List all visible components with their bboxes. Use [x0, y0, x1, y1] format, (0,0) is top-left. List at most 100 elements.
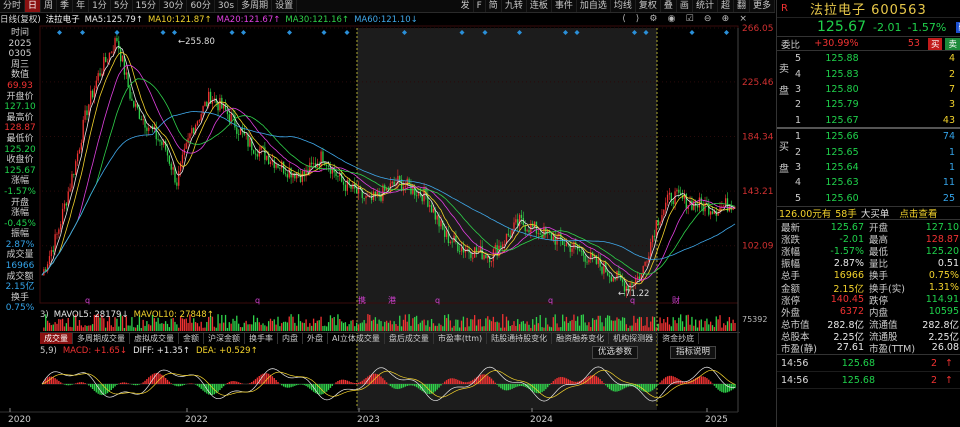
volume-bar [545, 317, 547, 331]
volume-bar [391, 324, 393, 331]
volume-bar [91, 324, 94, 331]
volume-bar [80, 325, 82, 331]
sell-button[interactable]: 卖 [945, 37, 960, 50]
indicator-tab-10[interactable]: 市盈率(ttm) [434, 333, 488, 344]
candle-body [112, 51, 114, 53]
indicator-tab-7[interactable]: 外盘 [303, 333, 328, 344]
candle-body [320, 151, 322, 167]
tick-row: 14:56 125.68 2 ↑ [777, 372, 960, 390]
candle-body [148, 127, 150, 131]
volume-bar [661, 323, 663, 331]
volume-bar [163, 323, 165, 331]
stat-value: 16966 [833, 269, 864, 281]
volume-bar [556, 323, 558, 331]
volume-bar [651, 316, 654, 331]
volume-bar [614, 320, 616, 331]
candle-body [245, 133, 247, 135]
candle-body [198, 120, 200, 122]
event-marker: q [255, 296, 260, 305]
event-diamond [229, 30, 235, 35]
indicator-tab-6[interactable]: 内盘 [278, 333, 303, 344]
volume-bar [678, 317, 680, 331]
volume-bar [142, 319, 144, 331]
volume-bar [140, 327, 142, 331]
indicator-tab-9[interactable]: 盘后成交量 [385, 333, 434, 344]
optimal-params-button[interactable]: 优选参数 [592, 346, 639, 359]
candle-body [76, 153, 79, 162]
candle-body [515, 219, 517, 223]
candle-body [352, 183, 354, 189]
indicator-tab-3[interactable]: 金额 [179, 333, 204, 344]
volume-bar [721, 327, 723, 331]
indicator-tab-14[interactable]: 资金抄底 [658, 333, 700, 344]
volume-bar [88, 325, 90, 331]
volume-bar [550, 327, 553, 331]
candle-body [663, 209, 665, 216]
candle-body [616, 270, 618, 280]
indicator-tab-5[interactable]: 换手率 [245, 333, 278, 344]
candle-body [580, 250, 583, 252]
candle-body [603, 262, 605, 274]
candle-body [191, 128, 193, 134]
candle-body [288, 168, 290, 178]
indicator-tab-0[interactable]: 成交量 [40, 333, 73, 344]
volume-bar [584, 322, 586, 331]
ask-volume: 3 [948, 99, 955, 111]
quote-stats: 最新 125.67 开盘 127.10 涨跌 -2.01 最高 128.87 涨幅 -1.57% 最… [777, 220, 960, 356]
indicator-tab-12[interactable]: 融资融券变化 [552, 333, 610, 344]
volume-bar [357, 324, 360, 331]
ask-price: 125.67 [825, 114, 859, 126]
big-order-link[interactable]: 点击查看 [899, 206, 937, 220]
volume-bar [711, 325, 714, 331]
candle-body [528, 230, 530, 233]
indicator-tab-8[interactable]: AI立体成交量 [328, 333, 385, 344]
buy-button[interactable]: 买 [927, 37, 943, 50]
indicator-tab-2[interactable]: 虚拟成交量 [130, 333, 179, 344]
candle-body [294, 173, 296, 179]
volume-bar [344, 322, 347, 331]
volume-bar [123, 327, 126, 331]
volume-bar [460, 320, 463, 331]
volume-bar [251, 324, 253, 331]
candle-body [301, 170, 303, 182]
stat-value: 26.08 [931, 342, 959, 354]
candle-body [402, 186, 405, 192]
volume-bar [348, 324, 350, 331]
volume-bar [400, 326, 403, 331]
indicator-tab-4[interactable]: 沪深金额 [204, 333, 245, 344]
indicator-tab-1[interactable]: 多周期成交量 [73, 333, 130, 344]
volume-bar [488, 319, 491, 331]
volume-bar [646, 316, 648, 331]
candle-body [370, 195, 373, 200]
candle-body [520, 214, 523, 219]
tick-row: 14:56 125.68 2 ↑ [777, 355, 960, 373]
volume-bar [636, 318, 639, 331]
candle-body [490, 261, 493, 263]
volume-bar [552, 317, 554, 331]
ask-volume: 2 [948, 68, 955, 80]
bid-volume: 74 [942, 131, 955, 143]
indicator-tab-11[interactable]: 陆股通持股变化 [487, 333, 553, 344]
candle-body [711, 211, 714, 214]
volume-bar [567, 322, 569, 331]
volume-bar [470, 319, 472, 331]
candle-body [612, 277, 614, 282]
volume-bar [691, 316, 693, 331]
volume-bar [487, 316, 489, 331]
volume-bar [245, 320, 247, 331]
volume-bar [565, 316, 568, 331]
indicator-help-button[interactable]: 指标说明 [670, 346, 717, 359]
candle-body [275, 164, 277, 168]
candle-body [329, 166, 332, 174]
volume-bar [606, 315, 609, 331]
candle-body [429, 205, 431, 207]
volume-bar [578, 325, 581, 331]
volume-bar [696, 327, 699, 331]
candle-body [56, 233, 58, 235]
stat-value: 2.25亿 [928, 331, 959, 343]
volume-bar [657, 323, 659, 331]
candle-body [470, 252, 472, 258]
volume-bar [655, 327, 657, 331]
indicator-tab-13[interactable]: 机构探测器 [609, 333, 659, 344]
volume-bar [620, 320, 622, 331]
